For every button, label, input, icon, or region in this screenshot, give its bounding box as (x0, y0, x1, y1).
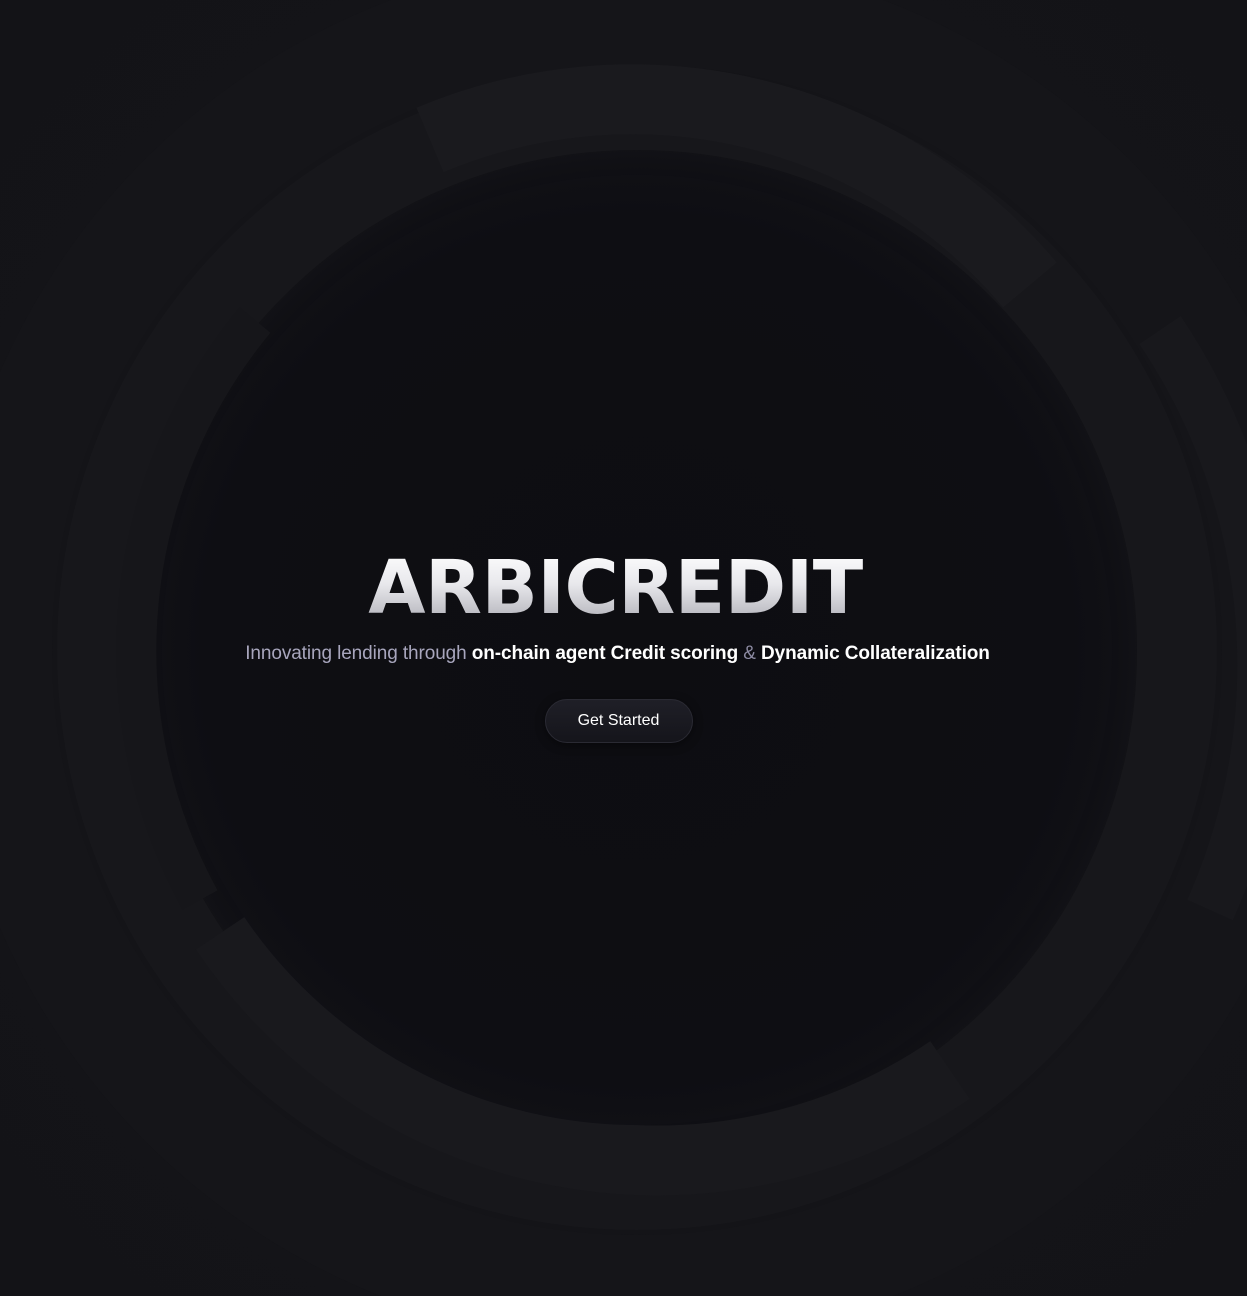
tagline-ampersand: & (743, 643, 756, 664)
tagline-part-1: Innovating lending through (245, 643, 467, 664)
brand-title: ARBICREDIT (0, 548, 1239, 628)
hero-section: ARBICREDIT Innovating lending through on… (0, 548, 1247, 743)
landing-page: ARBICREDIT Innovating lending through on… (0, 0, 1247, 1296)
get-started-button[interactable]: Get Started (544, 699, 693, 743)
tagline-part-2: on-chain agent Credit scoring (471, 643, 739, 664)
tagline-part-4: Dynamic Collateralization (761, 643, 990, 664)
tagline: Innovating lending through on-chain agen… (0, 640, 1241, 668)
